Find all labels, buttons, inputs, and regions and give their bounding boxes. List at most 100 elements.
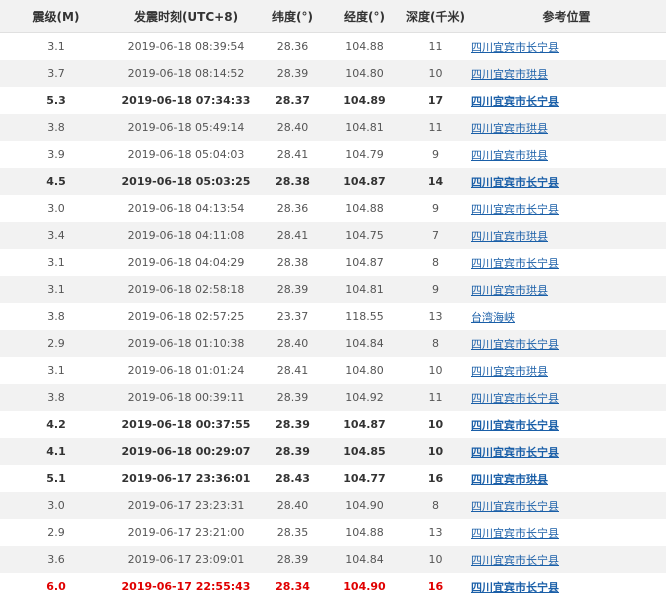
header-location: 参考位置: [467, 0, 666, 33]
table-row: 4.5 2019-06-18 05:03:25 28.38 104.87 14 四川宜宾市…: [0, 168, 666, 195]
location-link[interactable]: 四川宜宾市长宁县: [471, 392, 559, 405]
magnitude-cell: 2.9: [47, 526, 65, 539]
depth-cell: 16: [427, 580, 444, 593]
latitude-cell: 28.41: [276, 364, 309, 377]
depth-cell: 10: [427, 418, 444, 431]
table-row: 5.3 2019-06-18 07:34:33 28.37 104.89 17 四川宜宾市…: [0, 87, 666, 114]
time-cell: 2019-06-18 02:57:25: [127, 310, 245, 323]
location-cell: 四川宜宾市长宁县: [467, 519, 666, 546]
longitude-cell: 104.75: [325, 222, 404, 249]
table-row: 3.6 2019-06-17 23:09:01 28.39 104.84 10 四川宜宾市…: [0, 546, 666, 573]
location-link[interactable]: 四川宜宾市长宁县: [471, 95, 559, 108]
longitude-cell: 104.90: [325, 492, 404, 519]
location-cell: 四川宜宾市长宁县: [467, 438, 666, 465]
latitude-cell: 28.40: [260, 330, 325, 357]
location-cell: 四川宜宾市长宁县: [467, 249, 666, 276]
depth-cell: 10: [404, 438, 467, 465]
magnitude-cell: 4.5: [0, 168, 112, 195]
time-cell: 2019-06-18 04:11:08: [112, 222, 260, 249]
table-row: 2.9 2019-06-17 23:21:00 28.35 104.88 13 四川宜宾市…: [0, 519, 666, 546]
header-latitude: 纬度(°): [260, 0, 325, 33]
depth-cell: 7: [404, 222, 467, 249]
magnitude-cell: 3.1: [47, 256, 65, 269]
latitude-cell: 28.39: [260, 438, 325, 465]
longitude-cell: 104.80: [345, 364, 384, 377]
location-link[interactable]: 四川宜宾市长宁县: [471, 41, 559, 54]
time-cell: 2019-06-18 04:04:29: [127, 256, 245, 269]
location-link[interactable]: 四川宜宾市长宁县: [471, 554, 559, 567]
longitude-cell: 104.87: [325, 168, 404, 195]
longitude-cell: 118.55: [345, 310, 384, 323]
location-link[interactable]: 四川宜宾市珙县: [471, 230, 548, 243]
latitude-cell: 28.35: [276, 526, 309, 539]
location-link[interactable]: 四川宜宾市长宁县: [471, 500, 559, 513]
depth-cell: 13: [428, 526, 443, 539]
table-row: 3.1 2019-06-18 01:01:24 28.41 104.80 10 四川宜宾市…: [0, 357, 666, 384]
magnitude-cell: 2.9: [0, 330, 112, 357]
location-cell: 四川宜宾市珙县: [467, 357, 666, 384]
table-row: 3.1 2019-06-18 04:04:29 28.38 104.87 8 四川宜宾市长…: [0, 249, 666, 276]
longitude-cell: 104.77: [343, 472, 386, 485]
location-link[interactable]: 四川宜宾市长宁县: [471, 338, 559, 351]
table-row: 3.4 2019-06-18 04:11:08 28.41 104.75 7 四川宜宾市珙…: [0, 222, 666, 249]
location-link[interactable]: 四川宜宾市长宁县: [471, 203, 559, 216]
location-link[interactable]: 四川宜宾市珙县: [471, 473, 548, 486]
time-cell: 2019-06-17 23:21:00: [127, 526, 245, 539]
location-cell: 四川宜宾市珙县: [467, 276, 666, 303]
magnitude-cell: 3.8: [0, 114, 112, 141]
location-link[interactable]: 台湾海峡: [471, 311, 515, 324]
magnitude-cell: 3.1: [0, 276, 112, 303]
table-row: 5.1 2019-06-17 23:36:01 28.43 104.77 16 四川宜宾市…: [0, 465, 666, 492]
location-link[interactable]: 四川宜宾市长宁县: [471, 176, 559, 189]
table-row: 6.0 2019-06-17 22:55:43 28.34 104.90 16 四川宜宾市…: [0, 573, 666, 600]
time-cell: 2019-06-18 05:03:25: [112, 168, 260, 195]
magnitude-cell: 3.4: [0, 222, 112, 249]
latitude-cell: 28.34: [275, 580, 310, 593]
location-link[interactable]: 四川宜宾市珙县: [471, 122, 548, 135]
depth-cell: 11: [428, 40, 443, 53]
location-link[interactable]: 四川宜宾市珙县: [471, 68, 548, 81]
location-link[interactable]: 四川宜宾市长宁县: [471, 419, 559, 432]
depth-cell: 8: [432, 256, 439, 269]
latitude-cell: 28.40: [260, 492, 325, 519]
latitude-cell: 28.37: [275, 94, 310, 107]
magnitude-cell: 3.0: [47, 202, 65, 215]
location-link[interactable]: 四川宜宾市长宁县: [471, 257, 559, 270]
longitude-cell: 104.87: [345, 256, 384, 269]
longitude-cell: 104.84: [325, 546, 404, 573]
longitude-cell: 104.87: [343, 418, 386, 431]
table-row: 3.8 2019-06-18 00:39:11 28.39 104.92 11 四川宜宾市…: [0, 384, 666, 411]
location-cell: 四川宜宾市珙县: [467, 114, 666, 141]
location-link[interactable]: 四川宜宾市长宁县: [471, 527, 559, 540]
time-cell: 2019-06-18 04:13:54: [127, 202, 245, 215]
longitude-cell: 104.90: [343, 580, 386, 593]
latitude-cell: 28.39: [260, 60, 325, 87]
time-cell: 2019-06-18 05:04:03: [127, 148, 245, 161]
location-link[interactable]: 四川宜宾市长宁县: [471, 581, 559, 594]
latitude-cell: 28.41: [276, 148, 309, 161]
header-depth: 深度(千米): [404, 0, 467, 33]
time-cell: 2019-06-18 08:39:54: [127, 40, 245, 53]
time-cell: 2019-06-18 00:39:11: [112, 384, 260, 411]
depth-cell: 16: [427, 472, 444, 485]
depth-cell: 8: [404, 330, 467, 357]
header-longitude: 经度(°): [325, 0, 404, 33]
table-row: 4.2 2019-06-18 00:37:55 28.39 104.87 10 四川宜宾市…: [0, 411, 666, 438]
latitude-cell: 28.43: [275, 472, 310, 485]
longitude-cell: 104.80: [325, 60, 404, 87]
magnitude-cell: 3.6: [0, 546, 112, 573]
longitude-cell: 104.88: [345, 202, 384, 215]
location-link[interactable]: 四川宜宾市珙县: [471, 284, 548, 297]
depth-cell: 14: [404, 168, 467, 195]
latitude-cell: 28.36: [276, 202, 309, 215]
depth-cell: 10: [404, 546, 467, 573]
depth-cell: 8: [404, 492, 467, 519]
time-cell: 2019-06-18 00:37:55: [121, 418, 251, 431]
location-link[interactable]: 四川宜宾市珙县: [471, 365, 548, 378]
location-link[interactable]: 四川宜宾市长宁县: [471, 446, 559, 459]
location-link[interactable]: 四川宜宾市珙县: [471, 149, 548, 162]
depth-cell: 17: [427, 94, 444, 107]
magnitude-cell: 3.0: [0, 492, 112, 519]
location-cell: 四川宜宾市长宁县: [467, 195, 666, 222]
location-cell: 四川宜宾市长宁县: [467, 492, 666, 519]
